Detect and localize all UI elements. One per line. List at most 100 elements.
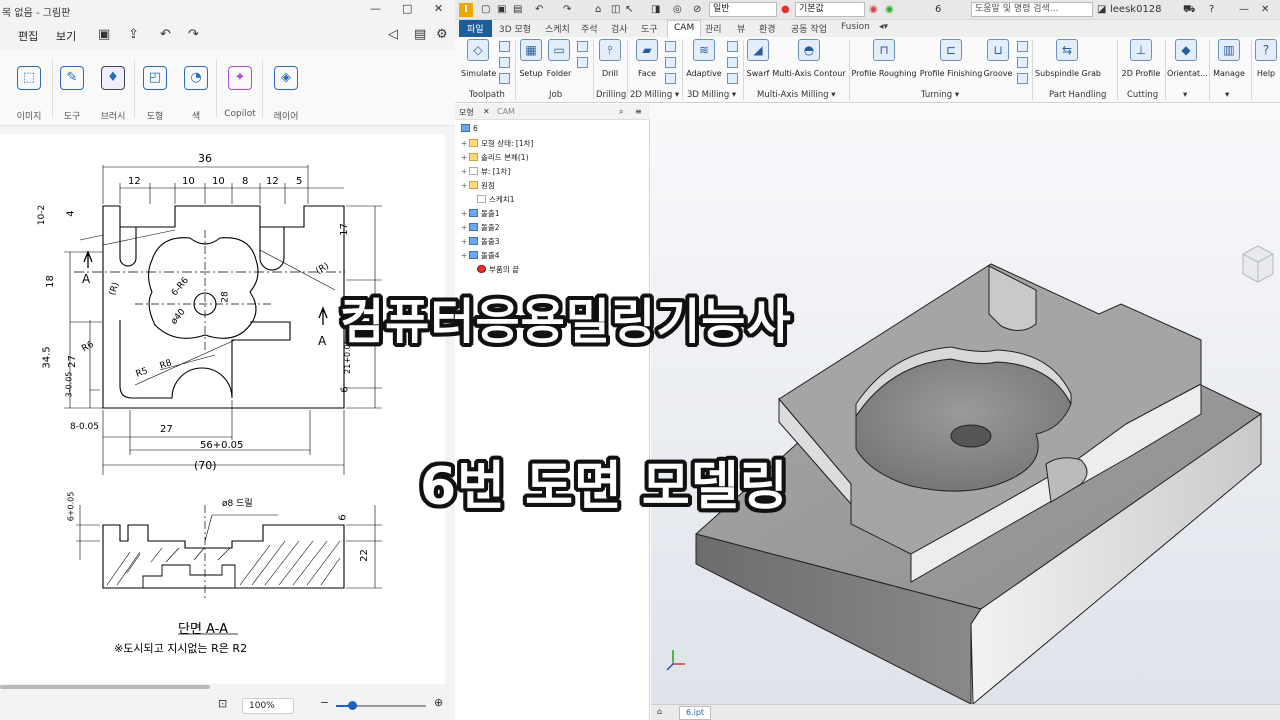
tree-item[interactable]: + 모형 상태: [1차] (461, 138, 533, 149)
3d-milling-mini-icon[interactable] (727, 41, 738, 52)
panel-toolpath[interactable]: Toolpath (469, 90, 505, 100)
select-icon[interactable]: ↖ (625, 4, 633, 15)
expand-icon[interactable]: + (461, 181, 469, 190)
tab-cam[interactable]: CAM (667, 20, 702, 37)
inventor-logo-icon[interactable]: I (459, 3, 473, 17)
appearance-dropdown[interactable]: 기본값 (795, 2, 865, 17)
milling-mini-icon[interactable] (665, 73, 676, 84)
expand-icon[interactable]: + (461, 139, 469, 148)
undo-icon[interactable]: ↶ (160, 27, 171, 42)
profile-finishing-button[interactable]: ⊏ Profile Finishing (919, 39, 983, 78)
tab-annotate[interactable]: 주석 (581, 22, 598, 35)
folder-button[interactable]: ▭ Folder (545, 39, 573, 78)
ribbon-color[interactable]: ◔ 색 (176, 50, 216, 126)
expand-icon[interactable]: + (461, 167, 469, 176)
expand-icon[interactable]: + (461, 153, 469, 162)
undo-icon[interactable]: ↶ (535, 4, 543, 15)
tab-view[interactable]: 뷰 (737, 22, 745, 35)
graphics-viewport[interactable] (651, 104, 1280, 706)
panel-orientation-dropdown[interactable]: ▾ (1183, 90, 1187, 100)
subspindle-grab-button[interactable]: ⇆ Subspindle Grab (1035, 39, 1101, 78)
orientation-button[interactable]: ◆ Orientat... (1167, 39, 1208, 78)
swarf-button[interactable]: ◢ Swarf (745, 39, 771, 78)
simulate-button[interactable]: ◇ Simulate (461, 39, 496, 78)
face-button[interactable]: ▰ Face (631, 39, 663, 78)
minimize-button[interactable]: — (370, 2, 381, 15)
browser-tab-model[interactable]: 모형 (459, 107, 474, 118)
setup-button[interactable]: ▦ Setup (517, 39, 545, 78)
drill-button[interactable]: ⫯ Drill (595, 39, 625, 78)
horizontal-scrollbar[interactable] (0, 685, 210, 689)
iproperties-icon[interactable]: ◎ (673, 4, 682, 15)
maximize-button[interactable]: □ (402, 2, 412, 15)
milling-mini-icon[interactable] (665, 41, 676, 52)
adjust-icon[interactable]: ◉ (885, 4, 894, 15)
ribbon-brush[interactable]: ♦ 브러시 (93, 50, 133, 126)
home-icon[interactable]: ⌂ (595, 4, 601, 15)
zoom-slider-thumb[interactable] (348, 701, 357, 710)
file-icon[interactable]: ▤ (414, 27, 426, 42)
tab-tools[interactable]: 도구 (641, 22, 658, 35)
help-icon[interactable]: ? (1209, 4, 1214, 15)
tab-collaborate[interactable]: 공동 작업 (791, 22, 827, 35)
panel-turning[interactable]: Turning ▾ (921, 90, 959, 100)
ribbon-shapes[interactable]: ◰ 도형 (135, 50, 175, 126)
document-tab[interactable]: 6.ipt (679, 706, 712, 720)
groove-button[interactable]: ⊔ Groove (983, 39, 1013, 78)
zoom-in-icon[interactable]: ⊕ (434, 696, 443, 709)
browser-tab-cam[interactable]: CAM (497, 107, 515, 116)
profile-roughing-button[interactable]: ⊓ Profile Roughing (851, 39, 917, 78)
job-mini-icon[interactable] (577, 57, 588, 68)
ribbon-copilot[interactable]: ✦ Copilot (220, 50, 260, 126)
measure-icon[interactable]: ◨ (651, 4, 660, 15)
adaptive-button[interactable]: ≋ Adaptive (685, 39, 723, 78)
tree-root[interactable]: 6 (461, 124, 478, 133)
tab-environments[interactable]: 환경 (759, 22, 776, 35)
zoom-dropdown[interactable]: 100% (242, 698, 294, 714)
close-tab-icon[interactable]: ✕ (483, 107, 490, 116)
expand-icon[interactable]: + (461, 237, 469, 246)
tree-item[interactable]: + 돌출3 (461, 236, 500, 247)
save-icon[interactable]: ▤ (513, 4, 522, 15)
2d-profile-button[interactable]: ⊥ 2D Profile (1119, 39, 1163, 78)
settings-gear-icon[interactable]: ⚙ (436, 27, 448, 42)
tab-sketch[interactable]: 스케치 (545, 22, 570, 35)
help-button[interactable]: ? Help (1253, 39, 1279, 78)
message-icon[interactable]: ◁ (388, 27, 398, 42)
toolpath-mini-icon[interactable] (499, 57, 510, 68)
tree-item[interactable]: + 솔리드 본체(1) (461, 152, 529, 163)
stop-icon[interactable]: ⊘ (693, 4, 701, 15)
update-icon[interactable]: ◫ (611, 4, 620, 15)
expand-icon[interactable]: + (461, 209, 469, 218)
open-icon[interactable]: ▣ (497, 4, 506, 15)
job-mini-icon[interactable] (577, 41, 588, 52)
tab-file[interactable]: 파일 (459, 20, 492, 37)
tree-item[interactable]: 스케치1 (469, 194, 514, 205)
menu-edit[interactable]: 편집 (18, 28, 38, 44)
panel-job[interactable]: Job (549, 90, 562, 100)
turning-mini-icon[interactable] (1017, 73, 1028, 84)
panel-part-handling[interactable]: Part Handling (1049, 90, 1106, 100)
fit-screen-icon[interactable]: ⊡ (218, 697, 227, 710)
user-name[interactable]: leesk0128 (1110, 4, 1162, 15)
3d-milling-mini-icon[interactable] (727, 57, 738, 68)
material-dropdown[interactable]: 일반 (709, 2, 777, 17)
tab-fusion[interactable]: Fusion (841, 22, 870, 32)
tree-item[interactable]: + 돌출4 (461, 250, 500, 261)
toolpath-mini-icon[interactable] (499, 73, 510, 84)
clear-appearance-icon[interactable]: ◉ (869, 4, 878, 15)
zoom-out-icon[interactable]: − (320, 696, 329, 709)
ribbon-tools[interactable]: ✎ 도구 (52, 50, 92, 126)
tab-overflow-icon[interactable]: ◂▾ (879, 22, 888, 32)
user-icon[interactable]: ◪ (1097, 4, 1106, 15)
manage-button[interactable]: ▥ Manage (1211, 39, 1247, 78)
expand-icon[interactable]: + (461, 251, 469, 260)
redo-icon[interactable]: ↷ (188, 27, 199, 42)
redo-icon[interactable]: ↷ (563, 4, 571, 15)
tree-item[interactable]: 부품의 끝 (469, 264, 519, 275)
paint-canvas[interactable]: 36 12 10 10 8 12 5 17 4 18 34.5 27 3-0.0… (0, 134, 445, 684)
menu-icon[interactable]: ≡ (635, 107, 642, 116)
minimize-button[interactable]: — (1239, 4, 1249, 15)
tree-item[interactable]: + 뷰: [1차] (461, 166, 510, 177)
menu-view[interactable]: 보기 (56, 28, 76, 44)
